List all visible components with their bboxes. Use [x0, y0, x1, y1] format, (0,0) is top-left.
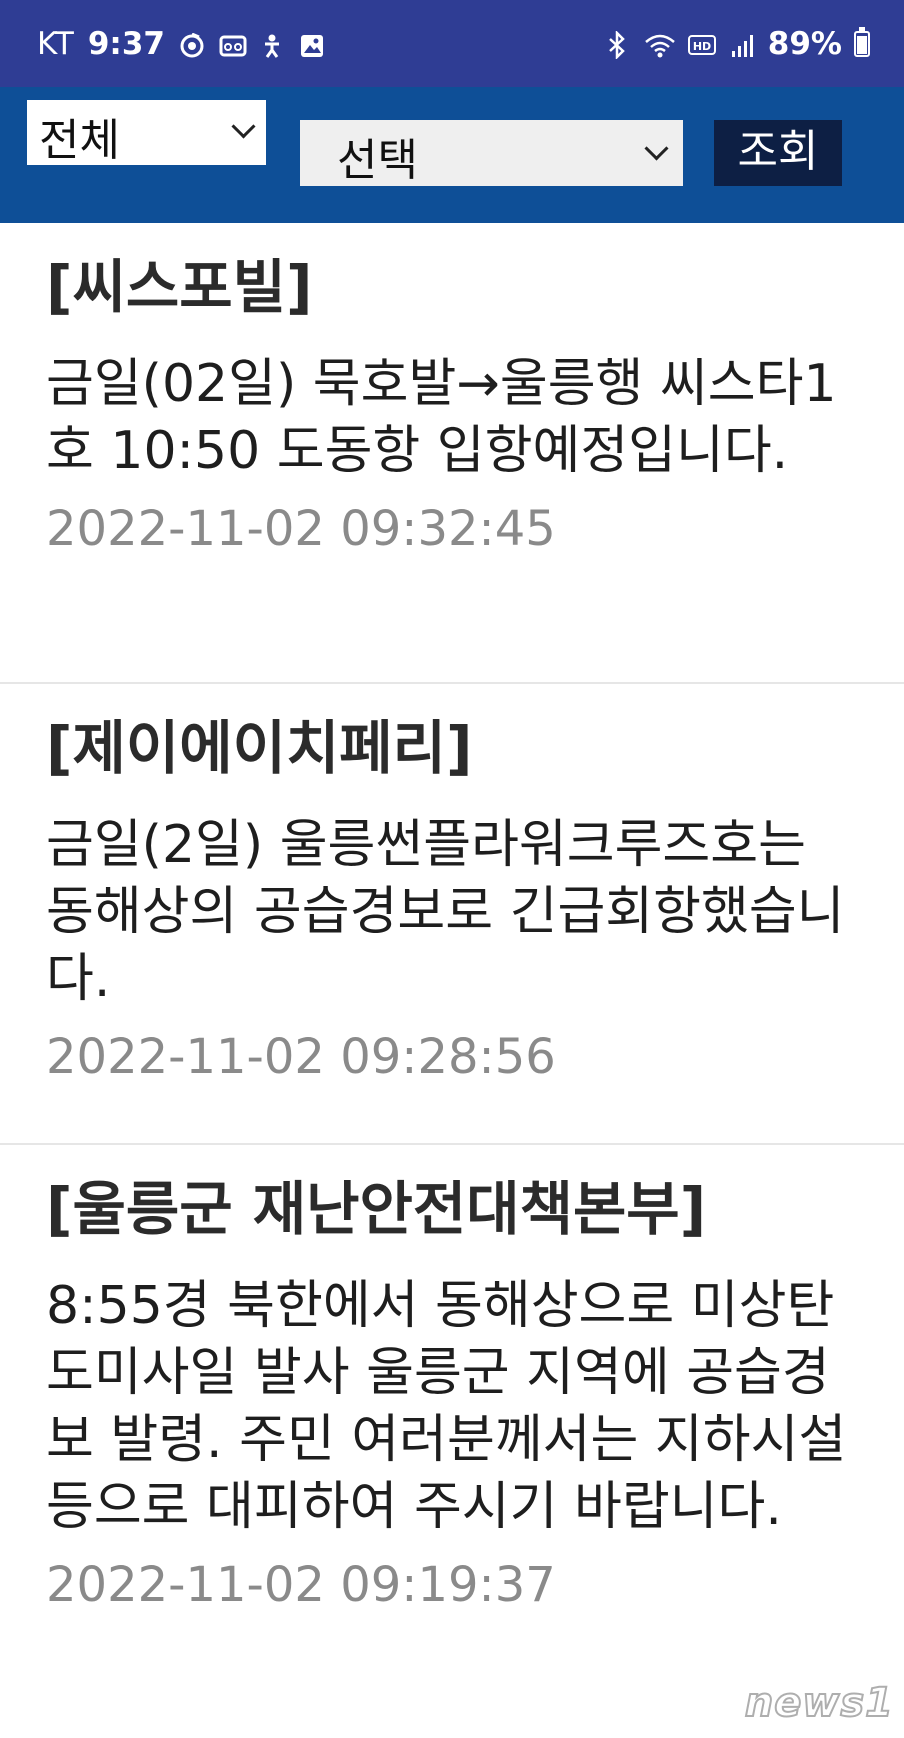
svg-text:HD: HD — [693, 40, 711, 53]
voicemail-icon — [219, 31, 247, 57]
wifi-icon — [644, 31, 676, 57]
chevron-down-icon — [231, 114, 256, 139]
notice-source: [씨스포빌] — [46, 253, 313, 321]
accessibility-icon — [259, 31, 285, 58]
news1-watermark: news1 — [744, 1679, 894, 1727]
notice-list: [씨스포빌] 금일(02일) 묵호발→울릉행 씨스타1호 10:50 도동항 입… — [0, 223, 904, 1738]
sync-icon — [179, 31, 205, 57]
bluetooth-icon — [606, 29, 632, 60]
status-left: KT 9:37 — [37, 0, 325, 87]
notice-source: [울릉군 재난안전대책본부] — [46, 1175, 707, 1243]
clock: 9:37 — [87, 25, 165, 62]
list-item[interactable]: [제이에이치페리] 금일(2일) 울릉썬플라워크루즈호는 동해상의 공습경보로 … — [0, 684, 904, 1145]
query-button[interactable]: 조회 — [714, 120, 842, 186]
status-bar: KT 9:37 HD 89% — [0, 0, 904, 87]
battery-icon — [854, 26, 870, 57]
notice-message: 8:55경 북한에서 동해상으로 미상탄도미사일 발사 울릉군 지역에 공습경보… — [46, 1275, 847, 1537]
hd-voice-icon: HD — [687, 31, 718, 57]
category-select[interactable]: 선택 — [300, 120, 683, 186]
battery-fill — [857, 35, 867, 54]
notice-timestamp: 2022-11-02 09:32:45 — [46, 500, 556, 557]
notice-timestamp: 2022-11-02 09:19:37 — [46, 1556, 556, 1613]
list-item[interactable]: [씨스포빌] 금일(02일) 묵호발→울릉행 씨스타1호 10:50 도동항 입… — [0, 223, 904, 684]
region-select-value: 전체 — [39, 115, 120, 166]
chevron-down-icon — [644, 136, 669, 161]
region-select[interactable]: 전체 — [27, 100, 266, 166]
battery-percent: 89% — [767, 25, 842, 62]
notice-source: [제이에이치페리] — [46, 714, 473, 782]
category-select-value: 선택 — [337, 135, 418, 186]
filter-toolbar: 전체 선택 조회 — [0, 87, 904, 223]
signal-icon — [730, 31, 756, 57]
gallery-icon — [299, 31, 325, 57]
status-right: HD 89% — [606, 0, 870, 87]
notice-timestamp: 2022-11-02 09:28:56 — [46, 1028, 556, 1085]
carrier-label: KT — [37, 25, 74, 62]
notice-message: 금일(02일) 묵호발→울릉행 씨스타1호 10:50 도동항 입항예정입니다. — [46, 353, 837, 481]
notice-message: 금일(2일) 울릉썬플라워크루즈호는 동해상의 공습경보로 긴급회항했습니다. — [46, 814, 845, 1009]
list-item[interactable]: [울릉군 재난안전대책본부] 8:55경 북한에서 동해상으로 미상탄도미사일 … — [0, 1145, 904, 1738]
